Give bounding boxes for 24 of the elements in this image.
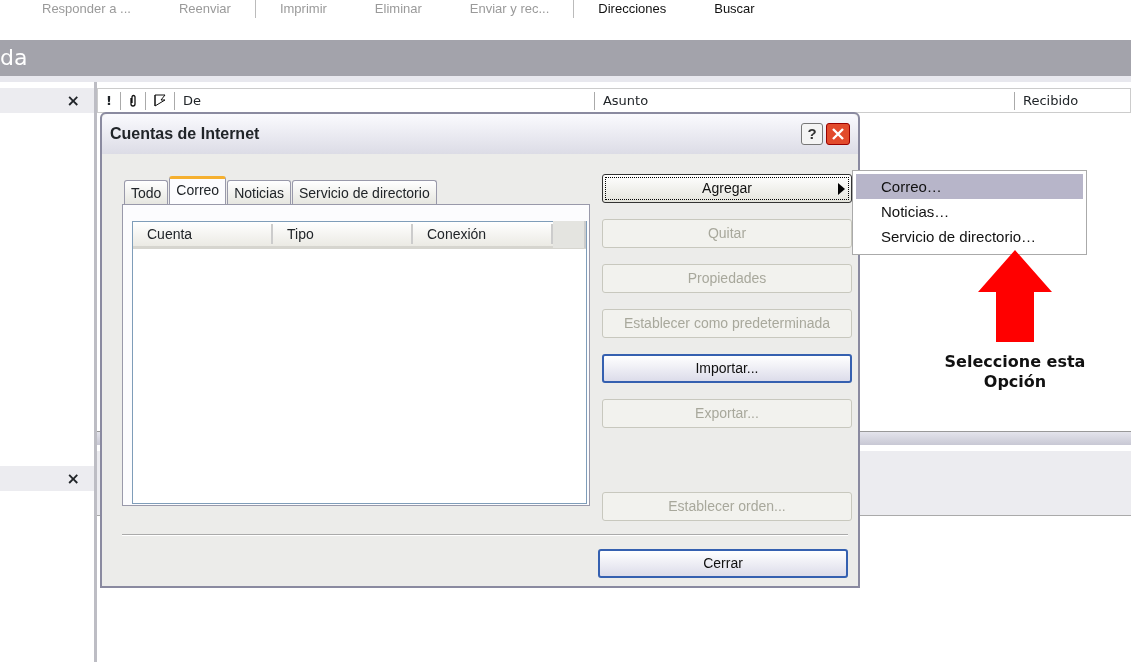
column-header[interactable]: De	[174, 91, 595, 110]
tab[interactable]: Noticias	[227, 180, 291, 204]
dialog-title: Cuentas de Internet	[110, 124, 260, 144]
dialog-button[interactable]: Importar...	[602, 354, 852, 383]
menu-button[interactable]: Agregar	[602, 174, 852, 203]
folder-title: da	[0, 40, 1131, 76]
tab[interactable]: Correo	[169, 176, 227, 204]
annotation-text: Seleccione esta Opción	[943, 352, 1087, 392]
menu-item[interactable]: Correo…	[856, 174, 1083, 199]
column-header[interactable]: Asunto	[594, 91, 1015, 110]
toolbar-button[interactable]: Buscar	[690, 0, 779, 18]
column-header[interactable]: Cuenta	[133, 224, 273, 244]
help-button[interactable]: ?	[801, 123, 823, 145]
column-header[interactable]: Tipo	[273, 224, 413, 244]
toolbar-button[interactable]: Direcciones	[574, 0, 691, 18]
column-header[interactable]: Recibido	[1014, 91, 1095, 110]
priority-icon: !	[106, 91, 112, 110]
menu-item[interactable]: Noticias…	[856, 199, 1083, 224]
tab[interactable]: Servicio de directorio	[291, 180, 437, 204]
menu-item[interactable]: Servicio de directorio…	[856, 224, 1083, 249]
tab[interactable]: Todo	[124, 180, 169, 204]
close-dialog-button[interactable]: Cerrar	[598, 549, 848, 578]
close-button[interactable]: ×	[66, 88, 80, 113]
close-button[interactable]: ×	[66, 466, 80, 491]
